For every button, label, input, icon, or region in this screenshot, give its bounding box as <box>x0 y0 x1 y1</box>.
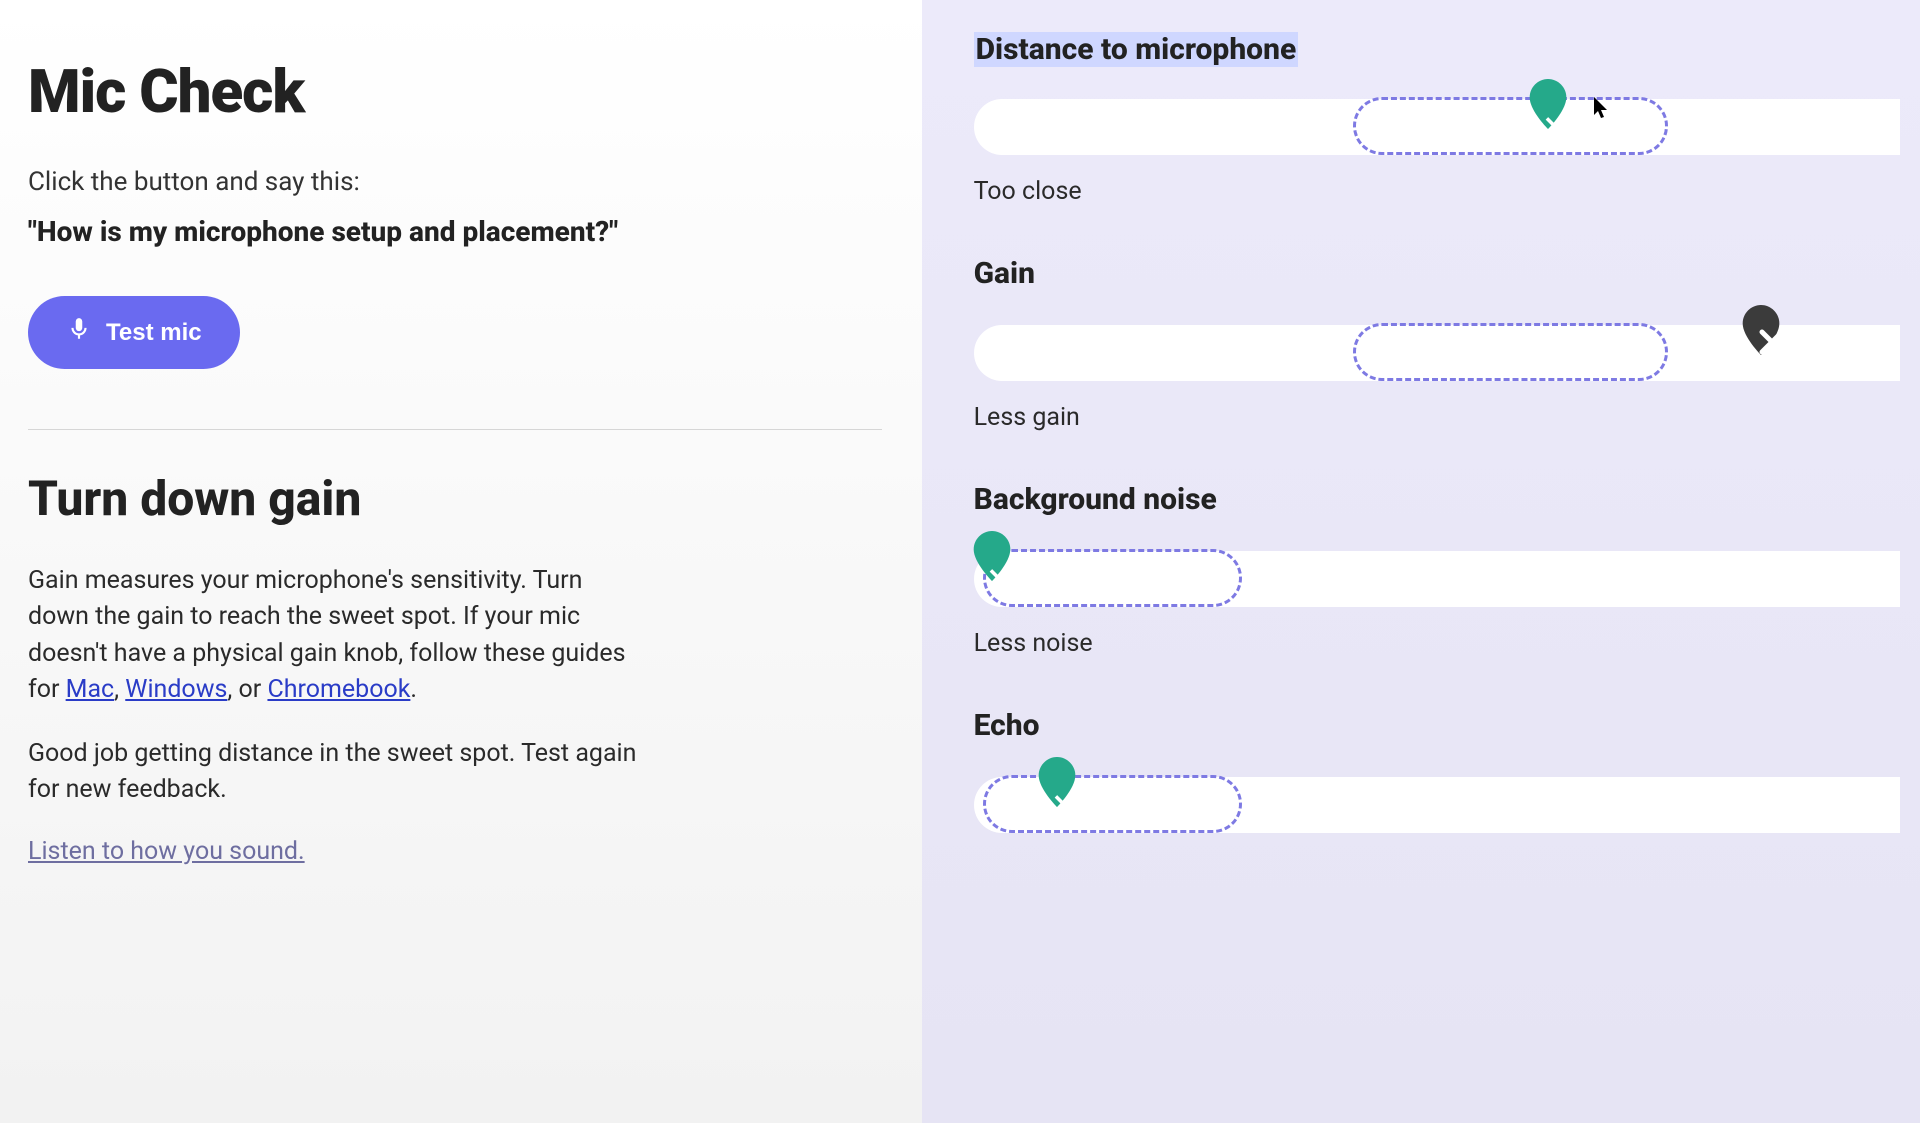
metric-gain: Gain Less gain <box>974 256 1920 432</box>
metric-noise-track <box>974 537 1900 615</box>
metric-noise-title: Background noise <box>974 482 1900 517</box>
check-icon <box>1539 91 1557 109</box>
sample-phrase: "How is my microphone setup and placemen… <box>28 215 882 248</box>
divider <box>28 429 882 430</box>
metric-noise: Background noise Less noise <box>974 482 1920 658</box>
metric-gain-hint: Less gain <box>974 403 1900 432</box>
metric-distance-track <box>974 85 1900 163</box>
metric-distance: Distance to microphone Too close <box>974 32 1920 206</box>
marker-echo <box>1037 757 1077 807</box>
instruction-text: Click the button and say this: <box>28 167 882 197</box>
cursor-icon <box>1594 97 1610 119</box>
sep2: , or <box>227 675 267 704</box>
metric-gain-title: Gain <box>974 256 1900 291</box>
link-mac[interactable]: Mac <box>66 675 115 704</box>
microphone-icon <box>66 316 92 349</box>
left-panel: Mic Check Click the button and say this:… <box>0 0 922 1123</box>
metric-echo-title: Echo <box>974 708 1900 743</box>
marker-distance <box>1528 79 1568 129</box>
sep1: , <box>114 675 125 704</box>
link-chromebook[interactable]: Chromebook <box>267 675 410 704</box>
test-mic-label: Test mic <box>106 319 202 347</box>
feedback-heading: Turn down gain <box>28 470 882 527</box>
page-title: Mic Check <box>28 56 882 127</box>
sweet-spot-zone <box>983 775 1242 833</box>
right-panel: Distance to microphone Too close Gain <box>922 0 1920 1123</box>
marker-gain <box>1741 305 1781 355</box>
gain-text-after: . <box>410 675 417 704</box>
metric-distance-title: Distance to microphone <box>974 32 1299 67</box>
x-icon <box>1752 317 1770 335</box>
metric-noise-hint: Less noise <box>974 629 1900 658</box>
check-icon <box>1048 769 1066 787</box>
listen-link[interactable]: Listen to how you sound. <box>28 837 305 866</box>
metric-gain-track <box>974 311 1900 389</box>
link-windows[interactable]: Windows <box>125 675 227 704</box>
marker-noise <box>972 531 1012 581</box>
test-mic-button[interactable]: Test mic <box>28 296 240 369</box>
distance-feedback-text: Good job getting distance in the sweet s… <box>28 736 648 809</box>
metric-echo-track <box>974 763 1900 841</box>
sweet-spot-zone <box>1353 97 1668 155</box>
gain-explanation: Gain measures your microphone's sensitiv… <box>28 563 648 708</box>
metric-echo: Echo <box>974 708 1920 841</box>
check-icon <box>983 543 1001 561</box>
sweet-spot-zone <box>1353 323 1668 381</box>
metric-distance-hint: Too close <box>974 177 1900 206</box>
